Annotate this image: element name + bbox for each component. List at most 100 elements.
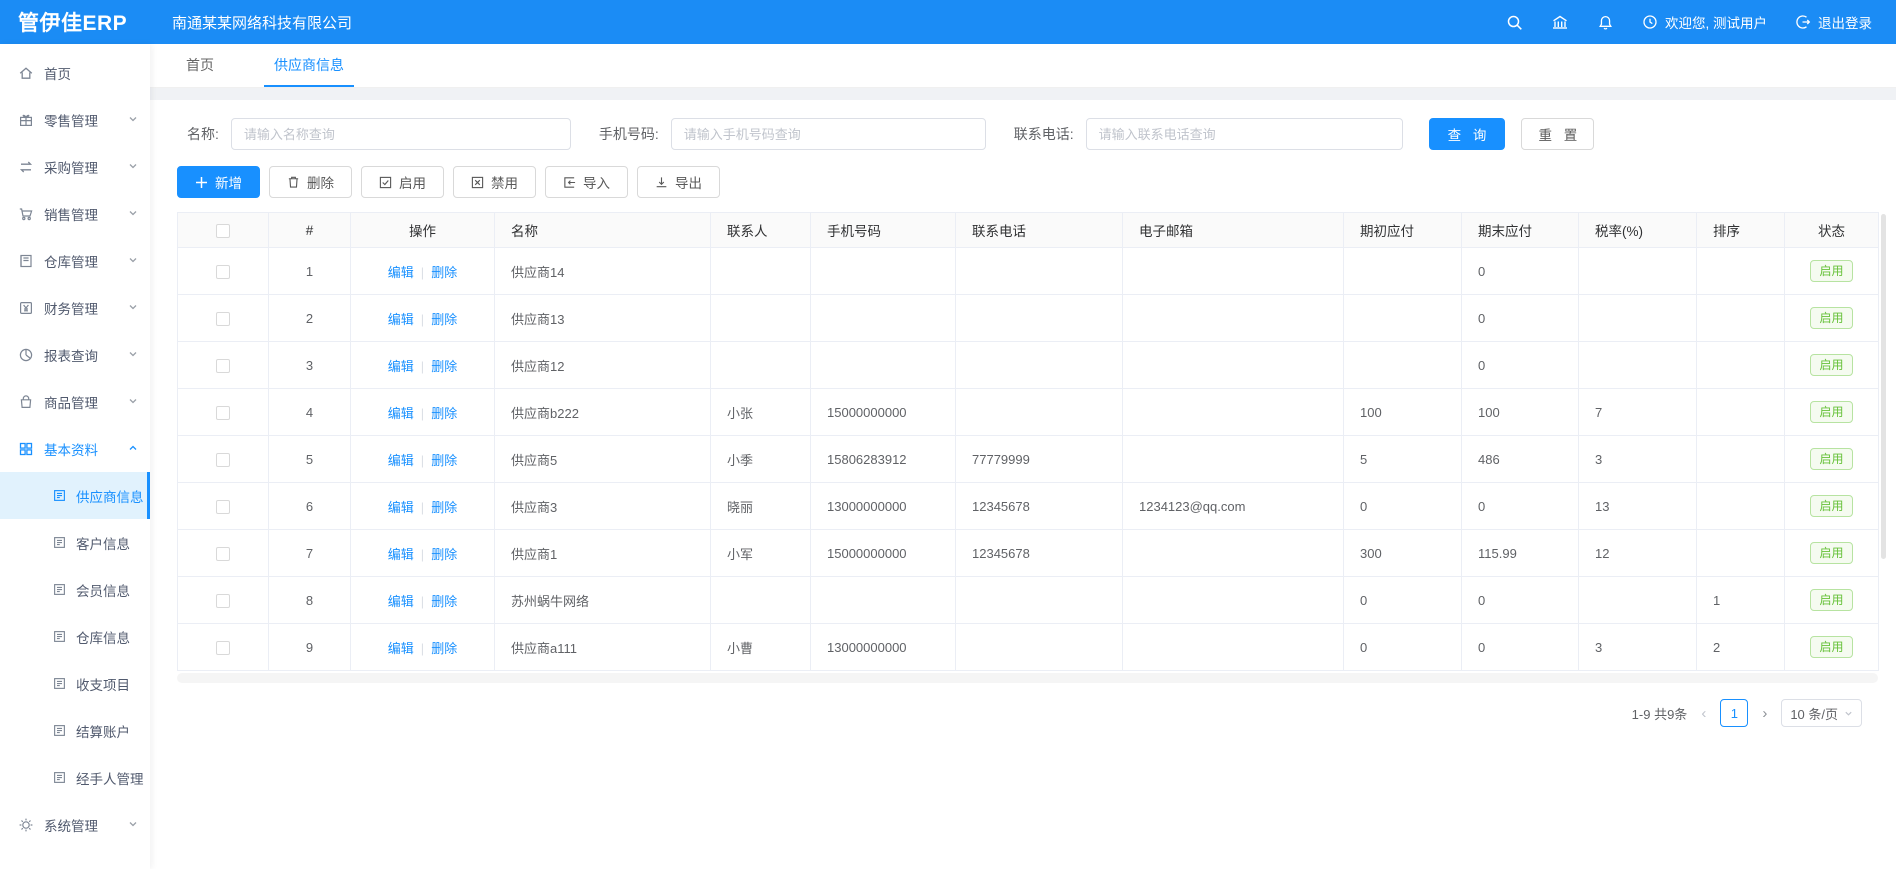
retail-icon bbox=[18, 112, 34, 128]
sidebar-item-products[interactable]: 商品管理 bbox=[0, 378, 150, 425]
sidebar-subitem-income-expense[interactable]: 收支项目 bbox=[0, 660, 150, 707]
row-checkbox[interactable] bbox=[216, 359, 230, 373]
status-badge[interactable]: 启用 bbox=[1810, 354, 1852, 376]
row-checkbox[interactable] bbox=[216, 547, 230, 561]
edit-link[interactable]: 编辑 bbox=[388, 265, 414, 280]
status-badge[interactable]: 启用 bbox=[1810, 260, 1852, 282]
sidebar-item-basic-data[interactable]: 基本资料 bbox=[0, 425, 150, 472]
edit-link[interactable]: 编辑 bbox=[388, 453, 414, 468]
chevron-down-icon bbox=[128, 347, 138, 362]
row-checkbox[interactable] bbox=[216, 453, 230, 467]
enable-button[interactable]: 启用 bbox=[361, 166, 444, 198]
status-badge[interactable]: 启用 bbox=[1810, 495, 1852, 517]
cell-index: 5 bbox=[269, 436, 351, 483]
logout-button[interactable]: 退出登录 bbox=[1795, 12, 1872, 32]
sidebar-item-system[interactable]: 系统管理 bbox=[0, 801, 150, 848]
edit-link[interactable]: 编辑 bbox=[388, 500, 414, 515]
home-icon bbox=[18, 65, 34, 81]
cell-opening-payable: 0 bbox=[1344, 483, 1462, 530]
cell-name: 供应商3 bbox=[495, 483, 711, 530]
tab-supplier-info[interactable]: 供应商信息 bbox=[264, 44, 354, 87]
status-badge[interactable]: 启用 bbox=[1810, 401, 1852, 423]
page-size-select[interactable]: 10 条/页 bbox=[1781, 699, 1862, 727]
cell-contact: 小季 bbox=[711, 436, 811, 483]
cell-email bbox=[1123, 342, 1344, 389]
row-checkbox[interactable] bbox=[216, 641, 230, 655]
status-badge[interactable]: 启用 bbox=[1810, 589, 1852, 611]
sidebar-subitem-handler-mgmt[interactable]: 经手人管理 bbox=[0, 754, 150, 801]
edit-link[interactable]: 编辑 bbox=[388, 641, 414, 656]
status-badge[interactable]: 启用 bbox=[1810, 307, 1852, 329]
row-checkbox[interactable] bbox=[216, 312, 230, 326]
sidebar-item-finance[interactable]: 财务管理 bbox=[0, 284, 150, 331]
reset-button[interactable]: 重 置 bbox=[1521, 118, 1594, 150]
bell-icon[interactable] bbox=[1597, 14, 1614, 31]
edit-link[interactable]: 编辑 bbox=[388, 406, 414, 421]
name-filter-input[interactable] bbox=[231, 118, 571, 150]
sidebar-item-sales[interactable]: 销售管理 bbox=[0, 190, 150, 237]
doc-icon bbox=[52, 535, 67, 550]
next-page-button[interactable]: › bbox=[1760, 705, 1769, 722]
row-checkbox[interactable] bbox=[216, 500, 230, 514]
user-welcome[interactable]: 欢迎您, 测试用户 bbox=[1642, 12, 1767, 32]
sidebar-item-label: 财务管理 bbox=[44, 298, 98, 318]
delete-link[interactable]: 删除 bbox=[431, 265, 457, 280]
cell-tel bbox=[956, 389, 1123, 436]
select-all-checkbox[interactable] bbox=[216, 224, 230, 238]
edit-link[interactable]: 编辑 bbox=[388, 359, 414, 374]
edit-link[interactable]: 编辑 bbox=[388, 312, 414, 327]
doc-icon bbox=[52, 488, 67, 503]
sidebar-subitem-customer-info[interactable]: 客户信息 bbox=[0, 519, 150, 566]
delete-link[interactable]: 删除 bbox=[431, 641, 457, 656]
bank-icon[interactable] bbox=[1551, 14, 1569, 31]
sidebar-subitem-settlement-account[interactable]: 结算账户 bbox=[0, 707, 150, 754]
toolbar: 新增 删除 启用 禁用 导入 bbox=[177, 166, 1878, 198]
delete-link[interactable]: 删除 bbox=[431, 312, 457, 327]
name-filter-label: 名称: bbox=[187, 124, 219, 144]
import-button[interactable]: 导入 bbox=[545, 166, 628, 198]
edit-link[interactable]: 编辑 bbox=[388, 547, 414, 562]
delete-link[interactable]: 删除 bbox=[431, 547, 457, 562]
sidebar-item-reports[interactable]: 报表查询 bbox=[0, 331, 150, 378]
delete-link[interactable]: 删除 bbox=[431, 359, 457, 374]
disable-button[interactable]: 禁用 bbox=[453, 166, 536, 198]
edit-link[interactable]: 编辑 bbox=[388, 594, 414, 609]
delete-link[interactable]: 删除 bbox=[431, 453, 457, 468]
cell-index: 8 bbox=[269, 577, 351, 624]
col-status: 状态 bbox=[1785, 213, 1879, 248]
cell-opening-payable: 0 bbox=[1344, 577, 1462, 624]
cell-tel bbox=[956, 295, 1123, 342]
delete-link[interactable]: 删除 bbox=[431, 500, 457, 515]
row-checkbox[interactable] bbox=[216, 406, 230, 420]
search-button[interactable]: 查 询 bbox=[1429, 118, 1506, 150]
tel-filter-input[interactable] bbox=[1086, 118, 1403, 150]
add-button[interactable]: 新增 bbox=[177, 166, 260, 198]
row-checkbox[interactable] bbox=[216, 594, 230, 608]
table-header: # 操作 名称 联系人 手机号码 联系电话 电子邮箱 期初应付 期末应付 税率(… bbox=[178, 213, 1879, 248]
sidebar-item-home[interactable]: 首页 bbox=[0, 49, 150, 96]
phone-filter-input[interactable] bbox=[671, 118, 986, 150]
cell-contact bbox=[711, 295, 811, 342]
vertical-scrollbar[interactable] bbox=[1881, 214, 1886, 559]
tab-home[interactable]: 首页 bbox=[176, 44, 224, 87]
cell-tax-rate: 13 bbox=[1579, 483, 1697, 530]
sidebar-item-purchase[interactable]: 采购管理 bbox=[0, 143, 150, 190]
status-badge[interactable]: 启用 bbox=[1810, 542, 1852, 564]
row-checkbox[interactable] bbox=[216, 265, 230, 279]
cell-tel bbox=[956, 624, 1123, 671]
sidebar-subitem-supplier-info[interactable]: 供应商信息 bbox=[0, 472, 150, 519]
search-icon[interactable] bbox=[1506, 14, 1523, 31]
sidebar-item-retail[interactable]: 零售管理 bbox=[0, 96, 150, 143]
delete-button[interactable]: 删除 bbox=[269, 166, 352, 198]
export-button[interactable]: 导出 bbox=[637, 166, 720, 198]
delete-link[interactable]: 删除 bbox=[431, 406, 457, 421]
status-badge[interactable]: 启用 bbox=[1810, 448, 1852, 470]
page-number-button[interactable]: 1 bbox=[1720, 699, 1748, 727]
sidebar-item-warehouse[interactable]: 仓库管理 bbox=[0, 237, 150, 284]
sidebar-subitem-warehouse-info[interactable]: 仓库信息 bbox=[0, 613, 150, 660]
horizontal-scrollbar[interactable] bbox=[177, 673, 1878, 683]
status-badge[interactable]: 启用 bbox=[1810, 636, 1852, 658]
sidebar-subitem-member-info[interactable]: 会员信息 bbox=[0, 566, 150, 613]
delete-link[interactable]: 删除 bbox=[431, 594, 457, 609]
prev-page-button[interactable]: ‹ bbox=[1699, 705, 1708, 722]
